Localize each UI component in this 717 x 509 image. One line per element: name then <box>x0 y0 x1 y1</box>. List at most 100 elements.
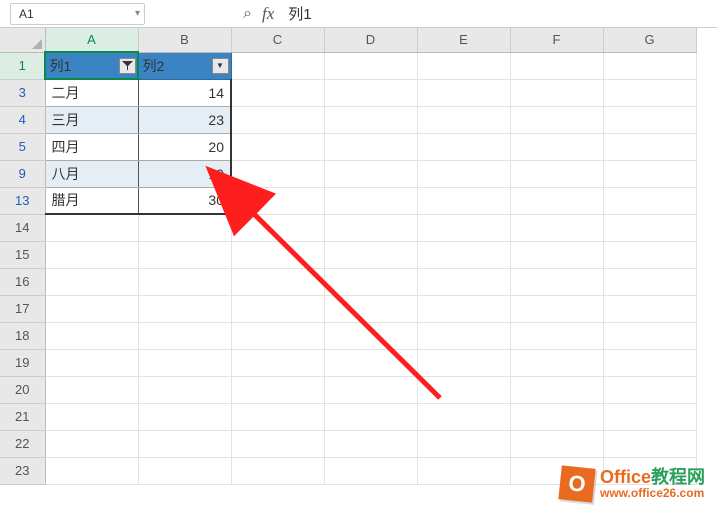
cell[interactable] <box>417 214 510 241</box>
cell[interactable] <box>324 160 417 187</box>
cell[interactable] <box>510 295 603 322</box>
cell[interactable] <box>45 241 138 268</box>
cell[interactable] <box>231 268 324 295</box>
table-cell[interactable]: 二月 <box>45 79 138 106</box>
table-cell[interactable]: 腊月 <box>45 187 138 214</box>
cell[interactable] <box>324 349 417 376</box>
cell[interactable] <box>324 214 417 241</box>
name-box[interactable]: A1 ▾ <box>10 3 145 25</box>
cell[interactable] <box>324 52 417 79</box>
cell[interactable] <box>138 268 231 295</box>
cell[interactable] <box>417 52 510 79</box>
col-header-F[interactable]: F <box>510 28 603 52</box>
col-header-E[interactable]: E <box>417 28 510 52</box>
cell[interactable] <box>417 241 510 268</box>
cell[interactable] <box>603 160 696 187</box>
cell[interactable] <box>231 457 324 484</box>
row-header[interactable]: 3 <box>0 79 45 106</box>
cell[interactable] <box>510 133 603 160</box>
cell[interactable] <box>603 133 696 160</box>
cell[interactable] <box>510 349 603 376</box>
row-header[interactable]: 17 <box>0 295 45 322</box>
fx-label[interactable]: fx <box>262 4 274 24</box>
cell[interactable] <box>603 430 696 457</box>
cell[interactable] <box>510 106 603 133</box>
cell[interactable] <box>603 52 696 79</box>
row-header[interactable]: 9 <box>0 160 45 187</box>
cell[interactable] <box>510 376 603 403</box>
cell[interactable] <box>45 349 138 376</box>
cell[interactable] <box>603 349 696 376</box>
cell[interactable] <box>231 52 324 79</box>
col-header-A[interactable]: A <box>45 28 138 52</box>
row-header[interactable]: 16 <box>0 268 45 295</box>
cell[interactable] <box>231 106 324 133</box>
cell[interactable] <box>510 322 603 349</box>
cell[interactable] <box>231 133 324 160</box>
table-cell[interactable]: 八月 <box>45 160 138 187</box>
row-header[interactable]: 13 <box>0 187 45 214</box>
cell[interactable] <box>603 241 696 268</box>
row-header[interactable]: 1 <box>0 52 45 79</box>
cell[interactable] <box>417 295 510 322</box>
select-all-corner[interactable] <box>0 28 45 52</box>
row-header[interactable]: 4 <box>0 106 45 133</box>
cell[interactable] <box>231 295 324 322</box>
row-header[interactable]: 22 <box>0 430 45 457</box>
cell[interactable] <box>603 79 696 106</box>
cell[interactable] <box>231 403 324 430</box>
cell[interactable] <box>324 79 417 106</box>
cell[interactable] <box>138 457 231 484</box>
cell[interactable] <box>138 349 231 376</box>
formula-input[interactable]: 列1 <box>284 1 484 26</box>
cell[interactable] <box>138 295 231 322</box>
cell[interactable] <box>417 322 510 349</box>
cell[interactable] <box>510 187 603 214</box>
cell[interactable] <box>324 295 417 322</box>
cell[interactable] <box>324 106 417 133</box>
cell[interactable] <box>603 268 696 295</box>
cell[interactable] <box>231 187 324 214</box>
cell[interactable] <box>324 268 417 295</box>
cell[interactable] <box>231 430 324 457</box>
cell[interactable] <box>510 79 603 106</box>
cell[interactable] <box>510 52 603 79</box>
cell[interactable] <box>45 376 138 403</box>
cell[interactable] <box>324 133 417 160</box>
cell[interactable] <box>138 430 231 457</box>
cell[interactable] <box>603 322 696 349</box>
cell[interactable] <box>231 349 324 376</box>
cell[interactable] <box>231 160 324 187</box>
cell[interactable] <box>417 79 510 106</box>
cell[interactable] <box>417 457 510 484</box>
cell[interactable] <box>324 187 417 214</box>
cell[interactable] <box>45 268 138 295</box>
table-cell[interactable]: 三月 <box>45 106 138 133</box>
cell[interactable] <box>231 214 324 241</box>
cell[interactable] <box>603 403 696 430</box>
cell[interactable] <box>324 457 417 484</box>
row-header[interactable]: 15 <box>0 241 45 268</box>
cell[interactable] <box>417 160 510 187</box>
table-cell[interactable]: 19 <box>138 160 231 187</box>
filter-active-icon[interactable] <box>119 58 136 74</box>
cell[interactable] <box>138 403 231 430</box>
col-header-D[interactable]: D <box>324 28 417 52</box>
cell[interactable] <box>45 430 138 457</box>
cell[interactable] <box>324 403 417 430</box>
cell[interactable] <box>45 322 138 349</box>
col-header-B[interactable]: B <box>138 28 231 52</box>
cell[interactable] <box>324 376 417 403</box>
cell[interactable] <box>417 187 510 214</box>
cell[interactable] <box>138 322 231 349</box>
cell[interactable] <box>138 376 231 403</box>
cell[interactable] <box>324 241 417 268</box>
table-cell[interactable]: 20 <box>138 133 231 160</box>
cell[interactable] <box>417 376 510 403</box>
cell[interactable] <box>45 457 138 484</box>
table-cell[interactable]: 23 <box>138 106 231 133</box>
table-cell[interactable]: 30 <box>138 187 231 214</box>
cell[interactable] <box>417 349 510 376</box>
cell[interactable] <box>324 322 417 349</box>
zoom-icon[interactable]: ⌕ <box>243 5 252 23</box>
